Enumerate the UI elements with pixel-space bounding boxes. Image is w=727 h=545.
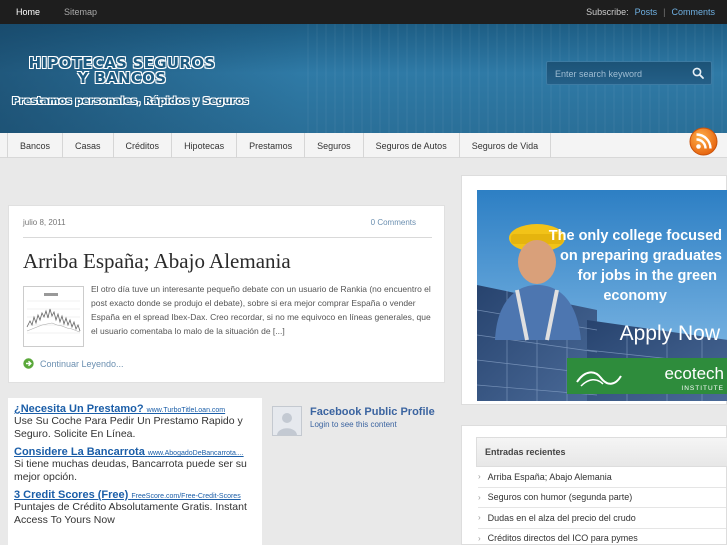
sidebar-banner: The only college focused on preparing gr… — [461, 175, 727, 405]
read-more-label: Continuar Leyendo... — [40, 358, 124, 369]
ad-brand: ecotech — [664, 364, 724, 383]
recent-posts-widget: Entradas recientes › Arriba España; Abajo… — [461, 425, 727, 545]
ad-banner-graphic: The only college focused on preparing gr… — [477, 190, 727, 401]
top-nav-home[interactable]: Home — [10, 7, 46, 17]
bullet-icon: › — [478, 533, 481, 543]
subscribe-area: Subscribe: Posts | Comments — [586, 0, 715, 24]
avatar[interactable] — [272, 406, 302, 436]
bullet-icon: › — [478, 472, 481, 482]
nav-item-seguros-de-vida[interactable]: Seguros de Vida — [460, 133, 552, 158]
ecotech-ad-banner[interactable]: The only college focused on preparing gr… — [477, 190, 727, 401]
facebook-login-link[interactable]: Login to see this content — [310, 420, 397, 429]
ad-line-2: on preparing graduates — [560, 248, 722, 264]
post-thumbnail[interactable] — [23, 286, 84, 347]
arrow-right-icon — [23, 358, 34, 369]
ad-description: Use Su Coche Para Pedir Un Prestamo Rapi… — [14, 415, 243, 440]
main-nav: Bancos Casas Créditos Hipotecas Prestamo… — [0, 133, 727, 158]
top-nav: Home Sitemap — [10, 0, 115, 24]
rss-icon[interactable] — [689, 127, 718, 156]
post-title[interactable]: Arriba España; Abajo Alemania — [23, 249, 291, 274]
post-date: julio 8, 2011 — [23, 218, 66, 227]
ad-url[interactable]: FreeScore.com/Free-Credit-Scores — [131, 493, 240, 500]
ad-brand-sub: INSTITUTE — [681, 385, 724, 392]
post-card: julio 8, 2011 0 Comments Arriba España; … — [8, 205, 445, 383]
post-excerpt: El otro día tuve un interesante pequeño … — [91, 284, 431, 336]
nav-item-seguros[interactable]: Seguros — [305, 133, 364, 158]
nav-item-bancos[interactable]: Bancos — [7, 133, 64, 158]
nav-item-prestamos[interactable]: Prestamos — [237, 133, 306, 158]
ad-title-link[interactable]: Considere La Bancarrota www.AbogadoDeBan… — [14, 446, 262, 458]
widget-title: Entradas recientes — [476, 437, 727, 467]
ad-description: Puntajes de Crédito Absolutamente Gratis… — [14, 501, 247, 526]
user-silhouette-icon — [273, 407, 301, 435]
site-title-line2: Y BANCOS — [77, 69, 167, 87]
site-header: HIPOTECAS SEGUROS Y BANCOS Prestamos per… — [0, 24, 727, 133]
site-title[interactable]: HIPOTECAS SEGUROS Y BANCOS — [16, 56, 228, 86]
ad-cta: Apply Now — [620, 322, 721, 345]
bullet-icon: › — [478, 492, 481, 502]
read-more-link[interactable]: Continuar Leyendo... — [23, 358, 124, 369]
ad-title-link[interactable]: 3 Credit Scores (Free) FreeScore.com/Fre… — [14, 489, 262, 501]
separator: | — [663, 7, 666, 17]
ad-line-1: The only college focused — [549, 228, 722, 244]
top-nav-sitemap[interactable]: Sitemap — [58, 7, 103, 17]
facebook-widget: Facebook Public Profile Login to see thi… — [272, 404, 444, 444]
post-comments-link[interactable]: 0 Comments — [371, 218, 416, 227]
site-tagline: Prestamos personales, Rápidos y Seguros — [12, 96, 249, 107]
subscribe-label: Subscribe: — [586, 7, 629, 17]
comments-feed-link[interactable]: Comments — [671, 7, 715, 17]
posts-feed-link[interactable]: Posts — [635, 7, 658, 17]
recent-post-link[interactable]: › Arriba España; Abajo Alemania — [478, 467, 726, 488]
ad-item: ¿Necesita Un Prestamo? www.TurboTitleLoa… — [8, 403, 262, 441]
search-box — [546, 61, 712, 85]
recent-post-link[interactable]: › Créditos directos del ICO para pymes — [478, 529, 726, 545]
bullet-icon: › — [478, 513, 481, 523]
chart-thumbnail-icon — [24, 287, 83, 346]
ad-item: Considere La Bancarrota www.AbogadoDeBan… — [8, 446, 262, 484]
facebook-profile-name[interactable]: Facebook Public Profile — [310, 406, 435, 418]
nav-item-seguros-de-autos[interactable]: Seguros de Autos — [364, 133, 460, 158]
recent-post-link[interactable]: › Dudas en el alza del precio del crudo — [478, 508, 726, 529]
divider — [23, 237, 432, 238]
ad-url[interactable]: www.AbogadoDeBancarrota.... — [148, 450, 244, 457]
ad-title-link[interactable]: ¿Necesita Un Prestamo? www.TurboTitleLoa… — [14, 403, 262, 415]
recent-post-link[interactable]: › Seguros con humor (segunda parte) — [478, 488, 726, 508]
nav-item-creditos[interactable]: Créditos — [114, 133, 173, 158]
ad-description: Si tiene muchas deudas, Bancarrota puede… — [14, 458, 247, 483]
nav-item-casas[interactable]: Casas — [63, 133, 114, 158]
search-icon[interactable] — [691, 66, 705, 80]
top-bar: Home Sitemap Subscribe: Posts | Comments — [0, 0, 727, 24]
search-input[interactable] — [555, 66, 685, 81]
ad-line-4: economy — [603, 288, 667, 304]
adsense-block: ¿Necesita Un Prestamo? www.TurboTitleLoa… — [8, 398, 262, 545]
ad-item: 3 Credit Scores (Free) FreeScore.com/Fre… — [8, 489, 262, 527]
ad-url[interactable]: www.TurboTitleLoan.com — [147, 407, 225, 414]
nav-item-hipotecas[interactable]: Hipotecas — [172, 133, 238, 158]
ad-line-3: for jobs in the green — [578, 268, 717, 284]
